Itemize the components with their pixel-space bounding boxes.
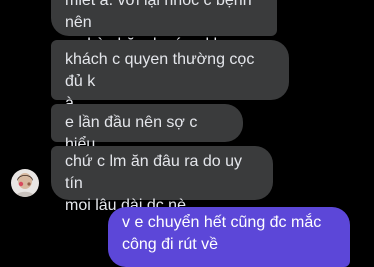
message-bubble-incoming[interactable]: chứ c lm ăn đâu ra do uy tín moi lâu dài… <box>51 146 273 214</box>
message-bubble-incoming[interactable]: khách c quyen thường cọc đủ k à <box>51 40 289 112</box>
message-bubble-outgoing[interactable]: v e chuyển hết cũng đc mắc công đi rút v… <box>108 207 350 267</box>
chat-thread: miết á. với lại nhóc c bệnh nên o nhà ch… <box>0 0 374 267</box>
message-bubble-incoming[interactable]: miết á. với lại nhóc c bệnh nên o nhà ch… <box>51 0 277 53</box>
message-bubble-incoming[interactable]: e lần đầu nên sợ c hiểu <box>51 104 243 153</box>
avatar-icon[interactable] <box>11 169 39 197</box>
